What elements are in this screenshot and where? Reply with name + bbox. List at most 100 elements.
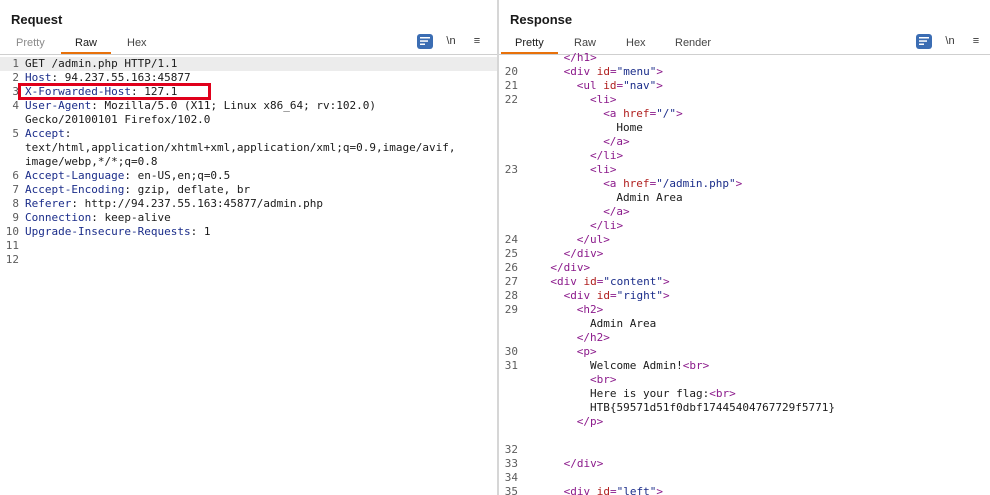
request-line: 7 Accept-Encoding: gzip, deflate, br <box>0 183 497 197</box>
response-line-text: </div> <box>564 247 604 261</box>
request-line-text: Accept-Language: en-US,en;q=0.5 <box>25 169 230 183</box>
text: GET /admin.php HTTP/1.1 <box>25 57 178 70</box>
response-line-text: </h2> <box>577 331 610 345</box>
html-tag: </h2> <box>576 331 610 344</box>
response-line-text: Home <box>616 121 643 135</box>
response-line: Admin Area <box>499 191 990 205</box>
line-number: 12 <box>5 253 19 266</box>
request-editor[interactable]: 1 GET /admin.php HTTP/1.1 2 Host: 94.237.55… <box>0 56 497 495</box>
response-line: 35 <div id="left"> <box>499 485 990 495</box>
request-line: 1 GET /admin.php HTTP/1.1 <box>0 57 497 71</box>
response-line-text: <div id="content"> <box>550 275 669 289</box>
response-line: </h2> <box>499 331 990 345</box>
request-line: 6 Accept-Language: en-US,en;q=0.5 <box>0 169 497 183</box>
response-line: 30 <p> <box>499 345 990 359</box>
line-number: 25 <box>504 247 518 260</box>
response-line-text: </div> <box>564 457 604 471</box>
html-tag: </a> <box>603 135 630 148</box>
html-tag: <li> <box>590 93 617 106</box>
html-tag: > <box>676 107 683 120</box>
html-tag: </ul> <box>576 233 610 246</box>
line-number: 4 <box>12 99 19 112</box>
html-tag: = <box>609 485 617 495</box>
response-line-text: <div id="left"> <box>564 485 663 495</box>
response-panel: Response Pretty Raw Hex Render \n ≡ </h1… <box>499 0 990 495</box>
response-line-text: </li> <box>590 149 623 163</box>
header-name: Upgrade-Insecure-Requests <box>25 225 191 238</box>
header-name: Connection <box>25 211 92 224</box>
response-line: 21 <ul id="nav"> <box>499 79 990 93</box>
newline-toggle-icon[interactable]: \n <box>443 34 459 49</box>
request-line: 5 Accept: <box>0 127 497 141</box>
request-line-text: Upgrade-Insecure-Requests: 1 <box>25 225 210 239</box>
newline-toggle-icon[interactable]: \n <box>942 34 958 49</box>
html-attr: href <box>623 107 650 120</box>
response-line: </li> <box>499 219 990 233</box>
html-tag: </li> <box>590 149 624 162</box>
response-line-text: </a> <box>603 135 630 149</box>
html-tag: > <box>662 289 670 302</box>
html-val: "nav" <box>623 79 657 92</box>
response-title: Response <box>510 12 573 27</box>
header-value: : 1 <box>190 225 211 238</box>
menu-icon[interactable]: ≡ <box>968 34 984 49</box>
html-tag: <div <box>563 289 597 302</box>
line-number: 33 <box>504 457 518 470</box>
tab-raw[interactable]: Raw <box>61 33 112 54</box>
response-line-text: <a href="/admin.php"> <box>603 177 742 191</box>
response-line: <a href="/"> <box>499 107 990 121</box>
html-attr: id <box>603 79 617 92</box>
html-val: "left" <box>616 485 657 495</box>
request-line-text: User-Agent: Mozilla/5.0 (X11; Linux x86_… <box>25 99 376 113</box>
html-tag: <li> <box>590 163 617 176</box>
response-line-text: <li> <box>590 163 617 177</box>
html-tag: <ul <box>576 79 604 92</box>
response-line: <a href="/admin.php"> <box>499 177 990 191</box>
line-number: 2 <box>12 71 19 84</box>
request-panel: Request Pretty Raw Hex \n ≡ 1 GET /admin.… <box>0 0 497 495</box>
html-val: "/" <box>656 107 677 120</box>
word-wrap-icon[interactable] <box>417 34 433 49</box>
response-line: </p> <box>499 415 990 429</box>
response-line-text: </li> <box>590 219 623 233</box>
request-line-text: text/html,application/xhtml+xml,applicat… <box>25 141 455 155</box>
line-number: 31 <box>504 359 518 372</box>
response-line-text: <li> <box>590 93 617 107</box>
header-value: : keep-alive <box>91 211 171 224</box>
html-tag: > <box>656 79 663 92</box>
html-tag: > <box>656 65 663 78</box>
html-val: "right" <box>616 289 663 302</box>
html-tag: </a> <box>603 205 630 218</box>
response-line: 20 <div id="menu"> <box>499 65 990 79</box>
html-tag: </div> <box>563 247 604 260</box>
html-val: "content" <box>603 275 663 288</box>
html-tag: <br> <box>682 359 710 372</box>
response-line: 22 <li> <box>499 93 990 107</box>
html-attr: id <box>596 289 610 302</box>
request-line: 11 <box>0 239 497 253</box>
response-line: </a> <box>499 135 990 149</box>
word-wrap-icon[interactable] <box>916 34 932 49</box>
html-tag: <br> <box>590 373 617 386</box>
response-line-text: </h1> <box>564 51 597 65</box>
tab-pretty[interactable]: Pretty <box>2 33 59 54</box>
tab-hex[interactable]: Hex <box>113 33 161 54</box>
html-tag: </h1> <box>563 51 597 64</box>
line-number: 21 <box>504 79 518 92</box>
html-val: "menu" <box>616 65 657 78</box>
response-line-text: <a href="/"> <box>603 107 683 121</box>
request-line-text: image/webp,*/*;q=0.8 <box>25 155 157 169</box>
line-number: 6 <box>12 169 19 182</box>
text-content: Admin Area <box>590 317 657 330</box>
menu-icon[interactable]: ≡ <box>469 34 485 49</box>
response-viewer[interactable]: </h1> 20 <div id="menu"> 21 <ul id="nav"> 22 <… <box>499 51 990 495</box>
html-attr: id <box>583 275 597 288</box>
line-number: 27 <box>504 275 518 288</box>
text-content: Home <box>616 121 643 134</box>
response-line-text: <div id="right"> <box>564 289 670 303</box>
response-line: Here is your flag:<br> <box>499 387 990 401</box>
response-line-text: <br> <box>590 373 617 387</box>
html-tag: <a <box>603 107 624 120</box>
header-name: User-Agent <box>25 99 92 112</box>
line-number: 23 <box>504 163 518 176</box>
